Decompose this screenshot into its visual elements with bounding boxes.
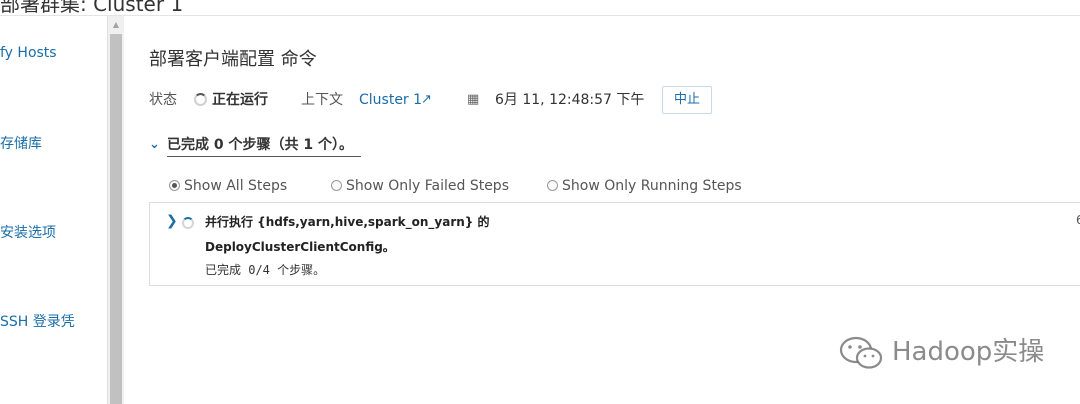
chevron-down-icon[interactable]: ⌄ [149,134,160,156]
watermark-text: Hadoop实操 [892,337,1045,367]
sidebar-item-ssh-credentials[interactable]: SSH 登录凭 [0,311,75,331]
radio-unchecked-icon[interactable] [547,180,558,191]
step-trailing-value: 6 [1076,213,1080,227]
running-spinner-icon [194,93,207,106]
status-value: 正在运行 [212,92,268,108]
filter-label: Show Only Running Steps [562,178,742,194]
filter-label: Show All Steps [184,178,288,194]
step-description-line2: DeployClusterClientConfig。 [205,240,395,254]
sidebar-item-specify-hosts[interactable]: fy Hosts [0,45,57,61]
filter-show-only-failed-steps[interactable]: Show Only Failed Steps [331,176,509,196]
external-link-icon[interactable]: ↗ [421,88,432,112]
context-label: 上下文 [301,92,343,108]
step-running-spinner-icon [182,217,194,229]
radio-checked-icon[interactable] [169,180,180,191]
step-list-item: ❯ 并行执行 {hdfs,yarn,hive,spark_on_yarn} 的 … [149,202,1080,286]
filter-show-only-running-steps[interactable]: Show Only Running Steps [547,176,742,196]
status-label: 状态 [149,92,177,108]
scroll-up-arrow-icon[interactable]: ▲ [108,16,124,33]
context-cluster-link[interactable]: Cluster 1 [359,88,422,112]
wechat-logo-icon [839,336,883,369]
radio-unchecked-icon[interactable] [331,180,342,191]
filter-label: Show Only Failed Steps [346,178,509,194]
sidebar-item-repository[interactable]: 存储库 [0,133,42,153]
steps-summary-text[interactable]: 已完成 0 个步骤（共 1 个）。 [167,134,361,157]
step-description-line1: 并行执行 {hdfs,yarn,hive,spark_on_yarn} 的 [205,215,490,229]
command-title: 部署客户端配置 命令 [149,49,317,70]
sidebar-scrollbar[interactable]: ▲ [107,16,124,404]
command-timestamp: 6月 11, 12:48:57 下午 [495,92,645,108]
calendar-icon: ▦ [467,92,480,107]
scrollbar-thumb[interactable] [110,34,122,404]
sidebar-item-install-options[interactable]: 安装选项 [0,222,56,242]
chevron-right-icon[interactable]: ❯ [166,213,178,229]
wizard-sidebar: fy Hosts 存储库 安装选项 SSH 登录凭 [0,16,107,404]
filter-show-all-steps[interactable]: Show All Steps [169,176,287,196]
step-progress-text: 已完成 0/4 个步骤。 [205,263,326,277]
abort-button[interactable]: 中止 [662,86,712,114]
